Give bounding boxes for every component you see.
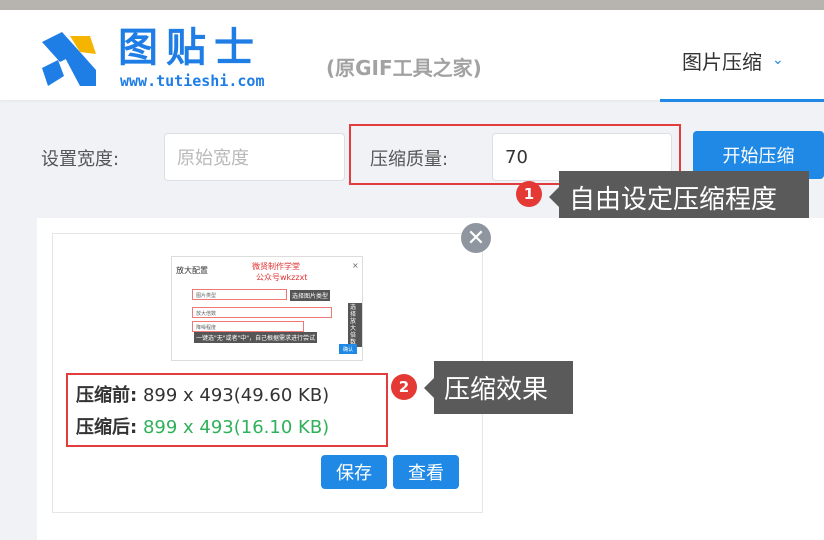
- site-header: 图贴士 www.tutieshi.com (原GIF工具之家) 图片压缩 ⌄: [0, 10, 824, 102]
- annotation-badge-1: 1: [516, 181, 542, 207]
- logo-subtitle: (原GIF工具之家): [326, 56, 482, 80]
- annotation-badge-2: 2: [391, 374, 417, 400]
- chevron-down-icon: ⌄: [772, 52, 784, 68]
- after-value: 899 x 493(16.10 KB): [142, 417, 330, 438]
- width-label: 设置宽度:: [41, 149, 120, 170]
- before-value: 899 x 493(49.60 KB): [142, 385, 330, 406]
- callout-arrow-2: [424, 378, 434, 398]
- after-label: 压缩后:: [76, 417, 138, 438]
- view-button[interactable]: 查看: [393, 455, 459, 489]
- annotation-callout-2: 压缩效果: [434, 361, 573, 414]
- thumb-tip-3: 一键选"无"或者"中"，自己根据需求进行尝试: [194, 332, 318, 343]
- width-input[interactable]: 原始宽度: [164, 133, 345, 181]
- close-icon[interactable]: ✕: [461, 223, 491, 253]
- thumb-title: 放大配置: [176, 266, 208, 275]
- tutieshi-logo-icon[interactable]: [40, 30, 98, 88]
- logo-title[interactable]: 图贴士: [118, 24, 262, 72]
- browser-top-strip: [0, 0, 824, 10]
- before-label: 压缩前:: [76, 385, 138, 406]
- before-info: 压缩前: 899 x 493(49.60 KB): [76, 381, 329, 407]
- thumb-tip-2: 选择放大倍数: [348, 303, 362, 347]
- thumb-red-text-2: 公众号wkzzxt: [256, 273, 308, 282]
- nav-item-image-compress[interactable]: 图片压缩 ⌄: [660, 40, 824, 102]
- annotation-callout-1: 自由设定压缩程度: [559, 171, 809, 224]
- callout-arrow-1: [549, 187, 559, 207]
- after-info: 压缩后: 899 x 493(16.10 KB): [76, 413, 329, 439]
- thumb-tip-1: 选择图片类型: [290, 290, 331, 301]
- thumb-button: 确认: [339, 344, 357, 354]
- save-button[interactable]: 保存: [321, 455, 387, 489]
- thumb-row-1-label: 图片类型: [196, 293, 217, 299]
- compressed-thumbnail[interactable]: 放大配置 微贤制作学堂 公众号wkzzxt × 图片类型 选择图片类型 放大倍数…: [171, 256, 363, 361]
- logo-url: www.tutieshi.com: [120, 72, 265, 90]
- thumb-row-2-label: 放大倍数: [196, 311, 217, 317]
- thumb-close: ×: [352, 261, 359, 270]
- thumb-row-3-label: 降噪程度: [196, 325, 217, 331]
- thumb-red-text-1: 微贤制作学堂: [252, 262, 300, 271]
- nav-item-label: 图片压缩: [682, 50, 762, 74]
